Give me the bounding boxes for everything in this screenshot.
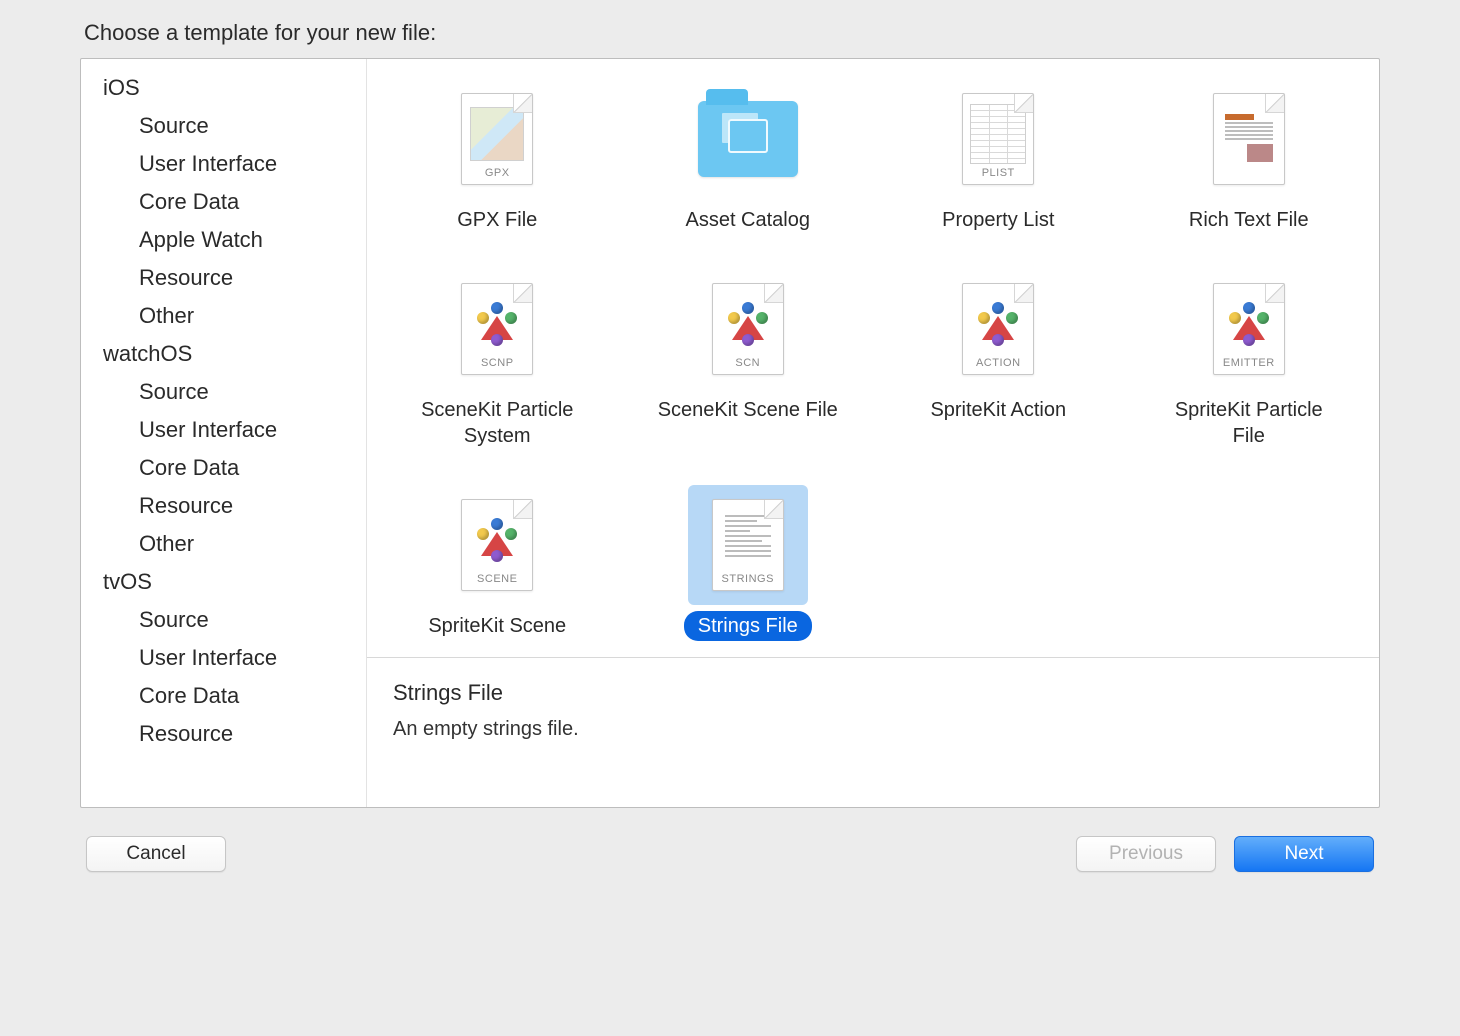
cancel-button[interactable]: Cancel	[86, 836, 226, 872]
category-item[interactable]: User Interface	[81, 145, 366, 183]
template-label: GPX File	[443, 205, 551, 235]
category-item[interactable]: Resource	[81, 259, 366, 297]
template-detail: Strings File An empty strings file.	[367, 657, 1379, 807]
dialog-footer: Cancel Previous Next	[80, 808, 1380, 872]
template-grid: GPX GPX File Asset Catalog PLIST Property Li…	[367, 59, 1379, 657]
category-item[interactable]: Source	[81, 601, 366, 639]
scene-icon: SCENE	[437, 485, 557, 605]
template-panel: iOSSourceUser InterfaceCore DataApple Wa…	[80, 58, 1380, 808]
category-sidebar[interactable]: iOSSourceUser InterfaceCore DataApple Wa…	[81, 59, 367, 807]
next-button[interactable]: Next	[1234, 836, 1374, 872]
action-icon: ACTION	[938, 269, 1058, 389]
template-label: SpriteKit Scene	[414, 611, 580, 641]
category-item[interactable]: User Interface	[81, 411, 366, 449]
category-item[interactable]: Other	[81, 525, 366, 563]
emitter-icon: EMITTER	[1189, 269, 1309, 389]
template-label: Strings File	[684, 611, 812, 641]
template-scn[interactable]: SCN SceneKit Scene File	[643, 269, 853, 451]
template-label: SceneKit Scene File	[644, 395, 852, 425]
category-header-watchos[interactable]: watchOS	[81, 335, 366, 373]
previous-button[interactable]: Previous	[1076, 836, 1216, 872]
template-rtf[interactable]: Rich Text File	[1144, 79, 1354, 235]
template-label: Property List	[928, 205, 1068, 235]
template-emitter[interactable]: EMITTER SpriteKit Particle File	[1144, 269, 1354, 451]
category-item[interactable]: Other	[81, 297, 366, 335]
category-item[interactable]: Core Data	[81, 677, 366, 715]
scnp-icon: SCNP	[437, 269, 557, 389]
template-scnp[interactable]: SCNP SceneKit Particle System	[392, 269, 602, 451]
scn-icon: SCN	[688, 269, 808, 389]
category-item[interactable]: User Interface	[81, 639, 366, 677]
rtf-icon	[1189, 79, 1309, 199]
category-item[interactable]: Resource	[81, 715, 366, 753]
template-label: SpriteKit Action	[916, 395, 1080, 425]
category-item[interactable]: Source	[81, 373, 366, 411]
gpx-icon: GPX	[437, 79, 557, 199]
category-header-tvos[interactable]: tvOS	[81, 563, 366, 601]
dialog-title: Choose a template for your new file:	[84, 20, 1380, 46]
template-label: Rich Text File	[1175, 205, 1323, 235]
detail-description: An empty strings file.	[393, 718, 1353, 741]
strings-icon: STRINGS	[688, 485, 808, 605]
template-plist[interactable]: PLIST Property List	[893, 79, 1103, 235]
category-item[interactable]: Core Data	[81, 449, 366, 487]
template-label: SceneKit Particle System	[392, 395, 602, 451]
template-gpx[interactable]: GPX GPX File	[392, 79, 602, 235]
asset-icon	[688, 79, 808, 199]
plist-icon: PLIST	[938, 79, 1058, 199]
category-item[interactable]: Resource	[81, 487, 366, 525]
template-label: SpriteKit Particle File	[1144, 395, 1354, 451]
category-header-ios[interactable]: iOS	[81, 69, 366, 107]
category-item[interactable]: Apple Watch	[81, 221, 366, 259]
template-strings[interactable]: STRINGS Strings File	[643, 485, 853, 641]
template-asset[interactable]: Asset Catalog	[643, 79, 853, 235]
template-scene[interactable]: SCENE SpriteKit Scene	[392, 485, 602, 641]
detail-title: Strings File	[393, 680, 1353, 706]
template-action[interactable]: ACTION SpriteKit Action	[893, 269, 1103, 451]
category-item[interactable]: Source	[81, 107, 366, 145]
template-label: Asset Catalog	[671, 205, 824, 235]
category-item[interactable]: Core Data	[81, 183, 366, 221]
